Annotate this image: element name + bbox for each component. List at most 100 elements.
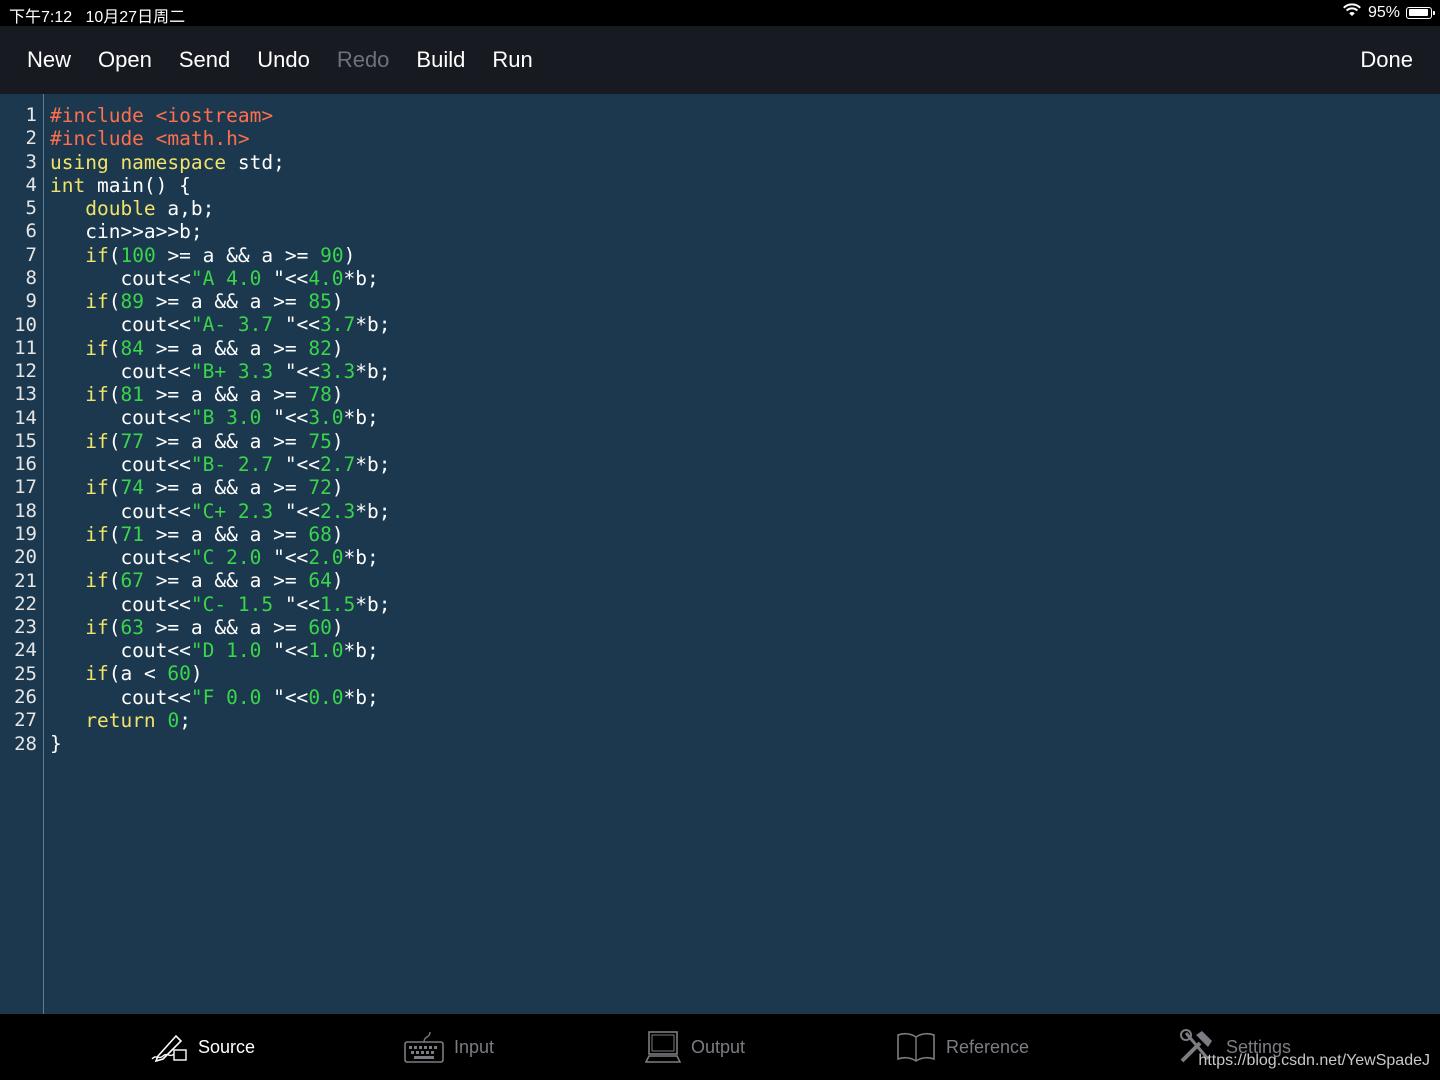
code-token: cout<< [50,359,191,383]
code-token: >= a && a >= [143,429,309,453]
code-token: if [85,336,109,360]
tab-source[interactable]: Source [150,1014,255,1080]
code-line: if(74 >= a && a >= 72) [50,476,391,499]
code-token: "C- 1.5 [190,592,285,616]
code-token: cin>>a>>b; [50,220,203,244]
code-token: double [85,197,156,221]
code-line: cout<<"C+ 2.3 "<<2.3*b; [50,499,391,523]
code-token: return [85,708,156,732]
line-number: 22 [14,592,37,615]
tab-output[interactable]: Output [645,1014,745,1080]
line-number: 25 [14,662,37,685]
code-token: *b; [343,406,379,430]
code-line: cout<<"F 0.0 "<<0.0*b; [50,686,391,709]
code-line: if(63 >= a && a >= 60) [50,616,391,639]
code-token: *b; [355,452,391,476]
code-token: 60 [308,615,332,639]
undo-button[interactable]: Undo [257,47,310,73]
code-token: >= a && a >= [143,569,309,593]
code-token: "<< [284,452,321,476]
code-token: "B+ 3.3 [190,359,285,383]
code-token: cout<< [50,406,191,430]
code-token: cout<< [50,452,191,476]
code-token: "F 0.0 [190,685,274,709]
line-number: 19 [14,523,37,546]
code-token: ) [331,615,344,639]
code-token: ( [108,383,121,407]
code-token: >= a && a >= [143,336,309,360]
line-number: 16 [14,453,37,476]
code-token: 74 [120,476,144,500]
code-token: cout<< [50,266,191,290]
code-line: cout<<"B- 2.7 "<<2.7*b; [50,452,391,476]
code-token: std; [226,150,285,174]
line-number-gutter: 1 2 3 4 5 6 7 8 9 10 11 12 13 14 15 16 17 18 19 20 21 22 23 24 2… [0,94,44,1014]
line-number: 26 [14,686,37,708]
code-token: "<< [273,546,309,570]
line-number: 5 [25,197,37,220]
new-button[interactable]: New [27,47,71,73]
code-token: main() { [85,173,191,197]
tab-settings[interactable]: Settings [1178,1014,1291,1080]
code-token: if [85,429,109,453]
status-right: 95% [1342,3,1435,22]
code-token: "D 1.0 [190,639,274,663]
code-token: cout<< [50,313,191,337]
send-button[interactable]: Send [179,47,230,73]
line-number: 14 [14,406,37,429]
battery-fill [1408,9,1429,16]
tab-input[interactable]: Input [404,1014,494,1080]
run-button[interactable]: Run [492,47,532,73]
code-token: "C 2.0 [190,546,274,570]
code-line: cout<<"B+ 3.3 "<<3.3*b; [50,359,391,383]
line-number: 18 [14,499,37,522]
code-token: >= a && a >= [143,383,309,407]
open-button[interactable]: Open [98,47,152,73]
code-line: } [50,732,391,755]
code-token: "<< [273,406,309,430]
line-number: 6 [25,220,37,243]
code-line: cout<<"C- 1.5 "<<1.5*b; [50,592,390,616]
redo-button[interactable]: Redo [337,47,390,73]
code-token: 2.7 [320,452,356,476]
code-token: ( [108,243,121,267]
tab-reference[interactable]: Reference [896,1014,1029,1080]
tab-reference-label: Reference [946,1036,1030,1057]
code-line: cout<<"B 3.0 "<<3.0*b; [50,406,391,429]
code-token: 0.0 [308,685,344,709]
code-token: ) [331,476,344,500]
code-line: if(71 >= a && a >= 68) [50,523,391,546]
code-editor[interactable]: 1 2 3 4 5 6 7 8 9 10 11 12 13 14 15 16 17 18 19 20 21 22 23 24 2… [0,94,1440,1014]
code-line: if(81 >= a && a >= 78) [50,383,391,406]
build-button[interactable]: Build [416,47,465,73]
wifi-icon [1342,3,1362,22]
line-number: 21 [14,569,37,592]
code-token: ) [331,429,344,453]
code-token: *b; [355,499,391,523]
code-token: (a < [108,662,168,686]
book-icon [896,1031,936,1063]
code-token: if [85,615,109,639]
code-token: *b; [343,639,379,663]
line-number: 12 [14,360,37,383]
battery-percent: 95% [1367,3,1400,21]
code-token: #include <math.h> [50,127,250,151]
code-token: 2.0 [308,546,344,570]
line-number: 4 [25,173,37,196]
code-token: ( [108,336,121,360]
done-button[interactable]: Done [1360,47,1413,73]
status-time-date: 下午7:12 10月27日周二 [9,9,186,26]
code-token: 3.3 [320,359,356,383]
code-token: *b; [355,313,391,337]
code-area[interactable]: #include <iostream> #include <math.h> usin… [50,104,391,755]
code-token: *b; [355,359,391,383]
code-line: if(89 >= a && a >= 85) [50,290,391,313]
code-token: if [85,290,109,314]
code-token: >= a && a >= [143,476,309,500]
code-token: 3.0 [308,406,344,430]
